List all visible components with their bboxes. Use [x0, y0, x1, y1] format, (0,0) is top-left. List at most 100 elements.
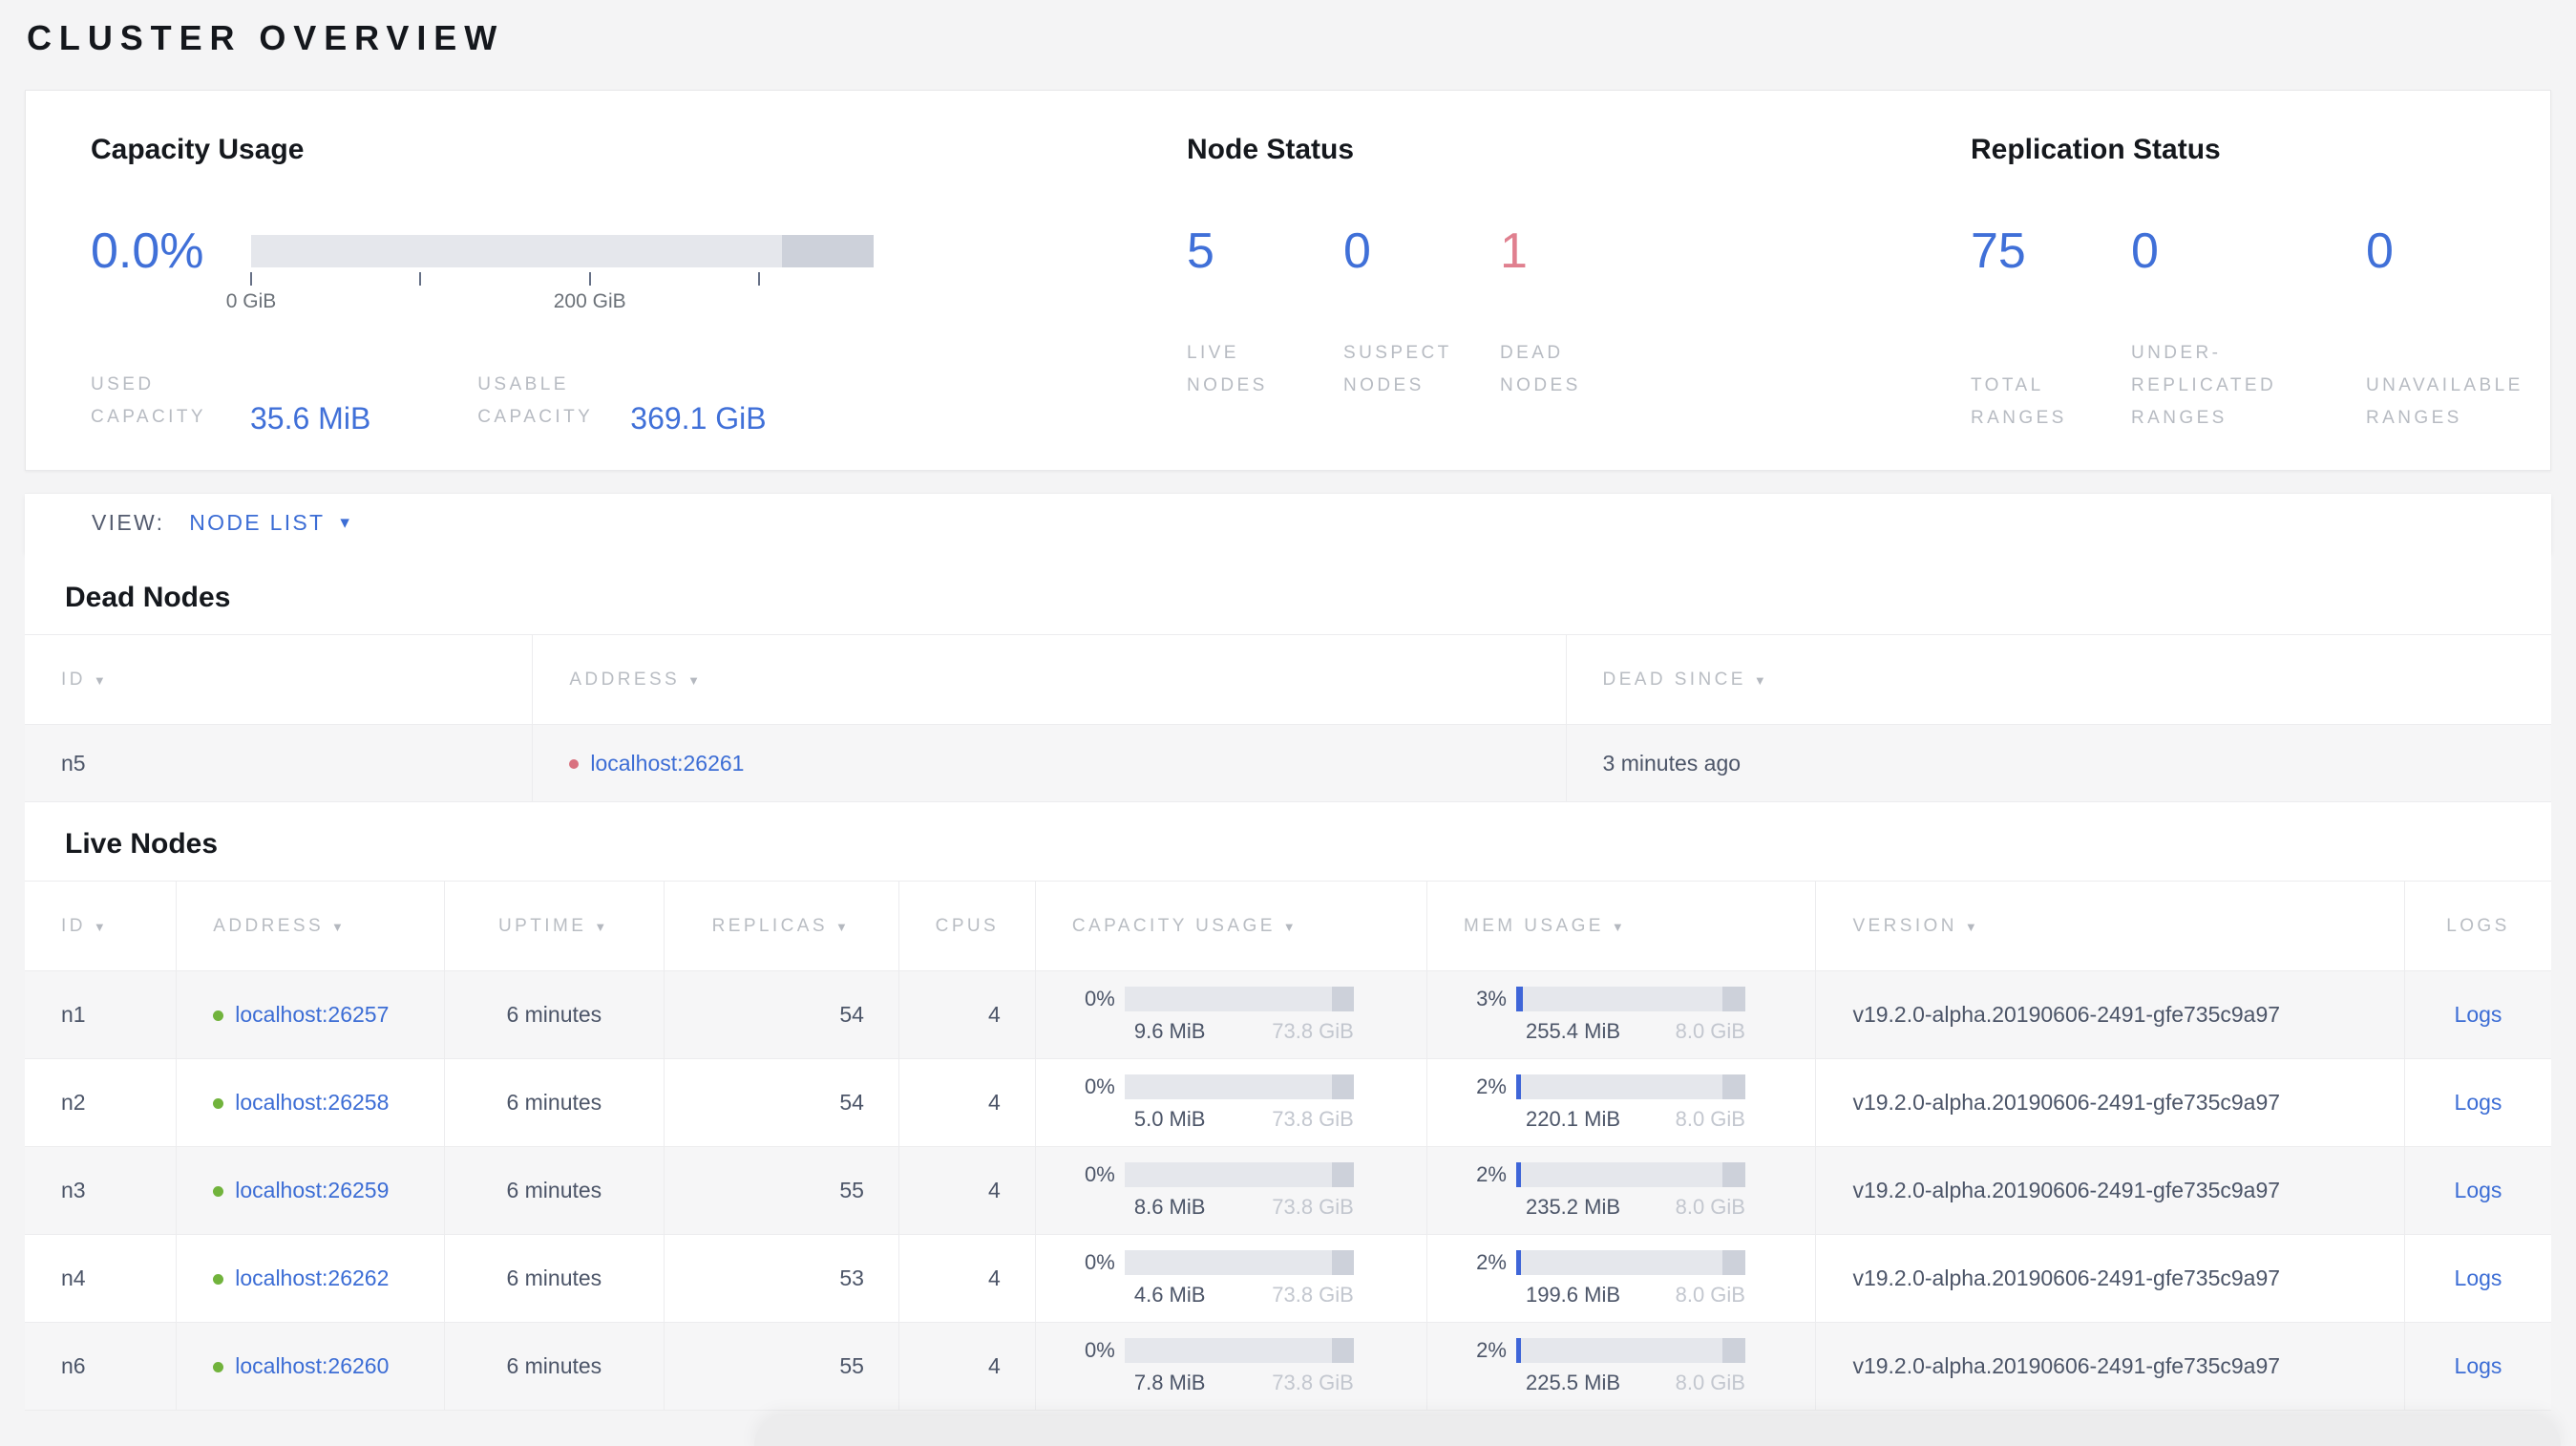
logs-link[interactable]: Logs: [2455, 1265, 2502, 1290]
node-id-cell: n3: [25, 1146, 178, 1235]
table-row: n1 localhost:26257 6 minutes 54 4 0% 9.6…: [25, 970, 2551, 1059]
column-header-mem-usage[interactable]: MEM USAGE ▼: [1426, 881, 1817, 971]
mem-mini-bar: [1515, 1249, 1745, 1275]
live-status-icon: [213, 1274, 224, 1286]
total-ranges-count: 75: [1971, 223, 2026, 279]
capacity-usage-section: Capacity Usage 0.0% 0 GiB 200 GiB USED C…: [91, 133, 1187, 470]
node-address-link[interactable]: localhost:26262: [235, 1265, 389, 1290]
uptime-cell: 6 minutes: [444, 1234, 665, 1323]
logs-cell: Logs: [2404, 1322, 2551, 1411]
table-row: n6 localhost:26260 6 minutes 55 4 0% 7.8…: [25, 1322, 2551, 1411]
node-id-cell: n6: [25, 1322, 178, 1411]
cpus-cell: 4: [898, 1322, 1036, 1411]
logs-cell: Logs: [2404, 1234, 2551, 1323]
table-row: n5 localhost:26261 3 minutes ago: [25, 724, 2551, 802]
replicas-cell: 54: [664, 1058, 899, 1147]
node-address-link[interactable]: localhost:26260: [235, 1353, 389, 1378]
node-address-cell: localhost:26260: [176, 1322, 445, 1411]
column-header-uptime[interactable]: UPTIME ▼: [444, 881, 665, 971]
mem-mini-bar: [1515, 986, 1745, 1011]
column-header-address[interactable]: ADDRESS ▼: [176, 881, 445, 971]
live-status-icon: [213, 1186, 224, 1198]
column-header-address[interactable]: ADDRESS ▼: [532, 634, 1567, 725]
sort-arrow-icon: ▼: [1282, 919, 1299, 934]
view-bar: VIEW: NODE LIST ▾: [25, 493, 2551, 552]
capacity-usage-cell: 0% 7.8 MiB 73.8 GiB: [1035, 1322, 1427, 1411]
node-address-link[interactable]: localhost:26257: [235, 1002, 389, 1027]
mem-usage-meter: 3% 255.4 MiB 8.0 GiB: [1476, 986, 1745, 1043]
cpus-cell: 4: [898, 1058, 1036, 1147]
axis-tick: [250, 272, 252, 286]
node-id-cell: n1: [25, 970, 178, 1059]
capacity-usage-meter: 0% 4.6 MiB 73.8 GiB: [1085, 1249, 1354, 1307]
mem-usage-cell: 2% 235.2 MiB 8.0 GiB: [1426, 1146, 1817, 1235]
column-header-version[interactable]: VERSION ▼: [1815, 881, 2405, 971]
cpus-cell: 4: [898, 970, 1036, 1059]
replication-status-section: Replication Status 75 0 0 TOTAL RANGES U…: [1971, 133, 2550, 470]
sort-arrow-icon: ▼: [594, 919, 610, 934]
axis-tick: [419, 272, 422, 286]
node-address-link[interactable]: localhost:26258: [235, 1090, 389, 1115]
capacity-bar: 0 GiB 200 GiB: [226, 235, 874, 312]
unavailable-count: 0: [2366, 223, 2394, 279]
column-header-logs[interactable]: LOGS: [2404, 881, 2551, 971]
mem-usage-cell: 2% 220.1 MiB 8.0 GiB: [1426, 1058, 1817, 1147]
column-header-id[interactable]: ID ▼: [25, 634, 534, 725]
usable-capacity-label: USABLE CAPACITY: [477, 374, 594, 427]
sort-arrow-icon: ▼: [1611, 919, 1628, 934]
capacity-usage-cell: 0% 9.6 MiB 73.8 GiB: [1035, 970, 1427, 1059]
sort-arrow-icon: ▼: [1753, 672, 1770, 688]
view-selector-dropdown[interactable]: NODE LIST ▾: [189, 510, 349, 536]
node-address-link[interactable]: localhost:26259: [235, 1178, 389, 1202]
logs-cell: Logs: [2404, 1146, 2551, 1235]
logs-link[interactable]: Logs: [2455, 1178, 2502, 1202]
axis-tick: [758, 272, 761, 286]
node-address-cell: localhost:26261: [532, 724, 1567, 802]
total-ranges-label: TOTAL RANGES: [1971, 375, 2067, 428]
node-status-section: Node Status 5 0 1 LIVE NODES SUSPECT NOD…: [1187, 133, 1971, 470]
capacity-mini-bar: [1124, 1249, 1354, 1275]
live-nodes-label: LIVE NODES: [1187, 343, 1268, 395]
version-cell: v19.2.0-alpha.20190606-2491-gfe735c9a97: [1815, 1058, 2405, 1147]
logs-link[interactable]: Logs: [2455, 1090, 2502, 1115]
live-status-icon: [213, 1362, 224, 1373]
capacity-bar-reserved: [781, 235, 874, 267]
replication-status-heading: Replication Status: [1971, 134, 2221, 165]
column-header-capacity-usage[interactable]: CAPACITY USAGE ▼: [1035, 881, 1427, 971]
capacity-percent: 0.0%: [91, 223, 204, 279]
replicas-cell: 53: [664, 1234, 899, 1323]
capacity-mini-bar: [1124, 1337, 1354, 1363]
column-header-id[interactable]: ID ▼: [25, 881, 178, 971]
capacity-usage-meter: 0% 9.6 MiB 73.8 GiB: [1085, 986, 1354, 1043]
used-capacity-stat: USED CAPACITY 35.6 MiB: [91, 369, 370, 436]
version-cell: v19.2.0-alpha.20190606-2491-gfe735c9a97: [1815, 1146, 2405, 1235]
column-header-replicas[interactable]: REPLICAS ▼: [664, 881, 899, 971]
capacity-usage-meter: 0% 7.8 MiB 73.8 GiB: [1085, 1337, 1354, 1394]
capacity-usage-cell: 0% 5.0 MiB 73.8 GiB: [1035, 1058, 1427, 1147]
uptime-cell: 6 minutes: [444, 1058, 665, 1147]
column-header-dead-since[interactable]: DEAD SINCE ▼: [1566, 634, 2551, 725]
version-cell: v19.2.0-alpha.20190606-2491-gfe735c9a97: [1815, 1234, 2405, 1323]
version-cell: v19.2.0-alpha.20190606-2491-gfe735c9a97: [1815, 970, 2405, 1059]
node-address-link[interactable]: localhost:26261: [590, 751, 744, 776]
replicas-cell: 55: [664, 1322, 899, 1411]
live-nodes-count: 5: [1187, 223, 1214, 279]
mem-usage-meter: 2% 235.2 MiB 8.0 GiB: [1476, 1161, 1745, 1219]
live-status-icon: [213, 1010, 224, 1022]
bottom-shade: [754, 1416, 2561, 1446]
table-row: n3 localhost:26259 6 minutes 55 4 0% 8.6…: [25, 1146, 2551, 1235]
column-header-cpus[interactable]: CPUS: [898, 881, 1036, 971]
logs-link[interactable]: Logs: [2455, 1002, 2502, 1027]
logs-link[interactable]: Logs: [2455, 1353, 2502, 1378]
node-list-section: Dead Nodes ID ▼ ADDRESS ▼ DEAD SINCE ▼ n5 l…: [25, 552, 2551, 1411]
sort-arrow-icon: ▼: [331, 919, 348, 934]
under-replicated-count: 0: [2131, 223, 2159, 279]
sort-arrow-icon: ▼: [834, 919, 852, 934]
table-row: n2 localhost:26258 6 minutes 54 4 0% 5.0…: [25, 1058, 2551, 1147]
view-label: VIEW:: [92, 510, 165, 535]
live-status-icon: [213, 1098, 224, 1110]
dead-since-cell: 3 minutes ago: [1566, 724, 2551, 802]
capacity-usage-cell: 0% 4.6 MiB 73.8 GiB: [1035, 1234, 1427, 1323]
dead-nodes-count: 1: [1500, 223, 1528, 279]
dead-nodes-label: DEAD NODES: [1500, 343, 1581, 395]
